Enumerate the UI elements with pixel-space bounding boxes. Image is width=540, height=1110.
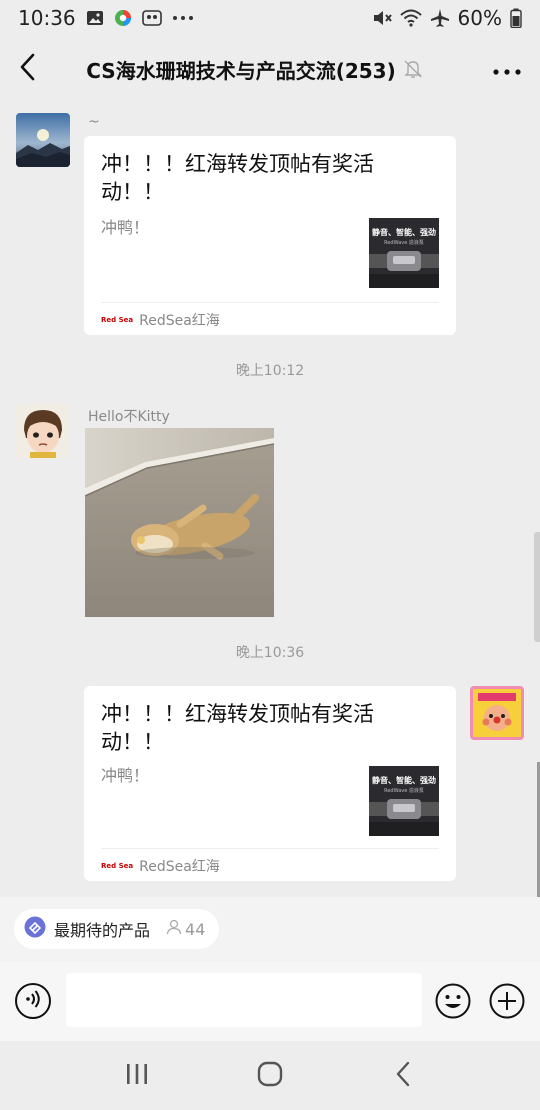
thumb-headline: 静音、智能、强劲	[372, 776, 436, 785]
recents-button[interactable]	[112, 1051, 162, 1101]
home-icon	[257, 1061, 283, 1091]
accessibility-notification-icon	[141, 9, 162, 27]
card-divider	[101, 302, 439, 303]
more-button[interactable]	[474, 36, 540, 102]
source-name: RedSea红海	[139, 313, 220, 329]
airplane-mode-icon	[430, 8, 450, 28]
card-source: Red Sea RedSea红海	[101, 856, 220, 876]
more-notifications-icon	[172, 15, 194, 21]
link-card-message[interactable]: 冲！！！红海转发顶帖有奖活动！！ 冲鸭！ 静音、智能、强劲 RedWave 造浪…	[84, 136, 456, 335]
status-left: 10:36	[18, 6, 194, 30]
app-notification-icon	[114, 9, 132, 27]
nav-back-button[interactable]	[378, 1051, 428, 1101]
sender-name: ~	[88, 114, 100, 130]
avatar-sender-2[interactable]	[16, 404, 70, 458]
mute-status-icon	[372, 9, 392, 27]
plus-button[interactable]	[489, 983, 525, 1019]
status-right: 60%	[372, 6, 522, 30]
source-name: RedSea红海	[139, 859, 220, 875]
input-bar	[0, 961, 540, 1041]
timestamp: 晚上10:36	[235, 645, 305, 661]
cat-photo-message[interactable]	[85, 428, 274, 617]
sender-name: Hello不Kitty	[88, 409, 170, 425]
chevron-left-icon	[19, 53, 35, 85]
avatar-self[interactable]	[470, 686, 524, 740]
pump-product-image	[369, 251, 439, 288]
card-title: 冲！！！红海转发顶帖有奖活动！！	[101, 702, 374, 754]
more-dots-icon	[493, 60, 521, 79]
poll-strip: 最期待的产品 44	[0, 897, 540, 961]
recents-icon	[125, 1063, 149, 1089]
person-icon	[166, 919, 182, 939]
card-thumbnail: 静音、智能、强劲 RedWave 造浪泵	[369, 218, 439, 288]
wifi-icon	[399, 9, 422, 27]
thumb-subtitle: RedWave 造浪泵	[384, 240, 424, 246]
back-button[interactable]	[0, 36, 54, 102]
card-description: 冲鸭！	[101, 218, 150, 237]
redsea-logo: Red Sea	[101, 316, 134, 324]
home-button[interactable]	[245, 1051, 295, 1101]
status-bar: 10:36 60%	[0, 0, 540, 36]
voice-button[interactable]	[15, 983, 51, 1019]
poll-chip[interactable]: 最期待的产品 44	[14, 909, 220, 949]
title-wrap: CS海水珊瑚技术与产品交流(253)	[54, 55, 474, 84]
timestamp: 晚上10:12	[235, 363, 305, 379]
nav-back-icon	[395, 1061, 411, 1091]
battery-percent: 60%	[457, 6, 502, 30]
avatar-sender-1[interactable]	[16, 113, 70, 167]
card-title: 冲！！！红海转发顶帖有奖活动！！	[101, 152, 374, 204]
poll-count: 44	[185, 919, 206, 939]
chat-title: CS海水珊瑚技术与产品交流(253)	[86, 58, 396, 83]
emoji-button[interactable]	[435, 983, 471, 1019]
battery-icon	[510, 8, 522, 28]
status-time: 10:36	[18, 6, 76, 30]
chat-messages[interactable]: ~ 冲！！！红海转发顶帖有奖活动！！ 冲鸭！ 静音、智能、强劲 RedWave …	[0, 102, 540, 897]
card-description: 冲鸭！	[101, 766, 150, 785]
card-thumbnail: 静音、智能、强劲 RedWave 造浪泵	[369, 766, 439, 836]
thumb-subtitle: RedWave 造浪泵	[384, 788, 424, 794]
voice-icon	[23, 989, 43, 1013]
thumb-headline: 静音、智能、强劲	[372, 228, 436, 237]
bell-off-icon	[404, 59, 422, 79]
poll-icon	[24, 916, 46, 942]
plus-circle-icon	[489, 983, 525, 1023]
card-source: Red Sea RedSea红海	[101, 310, 220, 330]
chat-header: CS海水珊瑚技术与产品交流(253)	[0, 36, 540, 102]
card-divider	[101, 848, 439, 849]
system-nav-bar	[0, 1041, 540, 1110]
gallery-notification-icon	[86, 10, 104, 26]
poll-label: 最期待的产品	[54, 921, 151, 940]
scroll-handle[interactable]	[534, 532, 540, 642]
redsea-logo: Red Sea	[101, 862, 134, 870]
emoji-icon	[435, 983, 471, 1023]
poll-participants: 44	[166, 919, 205, 939]
message-input[interactable]	[66, 973, 422, 1027]
pump-product-image	[369, 799, 439, 836]
link-card-message-self[interactable]: 冲！！！红海转发顶帖有奖活动！！ 冲鸭！ 静音、智能、强劲 RedWave 造浪…	[84, 686, 456, 881]
